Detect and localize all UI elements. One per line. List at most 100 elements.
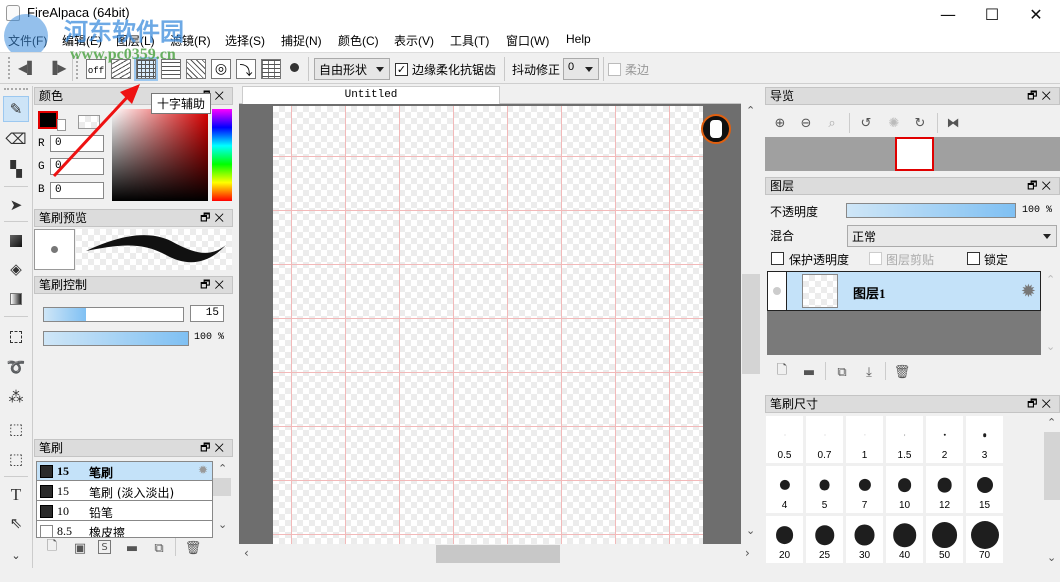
float-icon[interactable]: 🗗 [1027,180,1041,192]
snap-bezier-button[interactable]: ⤵ [236,59,256,79]
shape-select[interactable]: 自由形状 [314,58,390,80]
menu-help[interactable]: Help [566,32,591,46]
brush-item[interactable]: 15 笔刷 ✹ [37,462,212,481]
maximize-button[interactable]: ☐ [970,0,1014,28]
brush-size-option[interactable]: 70 [966,516,1003,563]
lock-checkbox[interactable] [967,252,980,265]
brush-size-option[interactable]: 0.5 [766,416,803,463]
zoom-out-icon[interactable]: ⊖ [798,115,814,131]
new-layer-icon[interactable]: 🗋 [774,363,790,380]
select-eraser-tool[interactable]: ⬚ [3,446,29,472]
new-brush-icon[interactable]: 🗋 [44,539,60,556]
clipping-checkbox[interactable] [869,252,882,265]
document-tab[interactable]: Untitled [242,86,500,104]
operation-tool[interactable]: ⇖ [3,510,29,536]
layer-opacity-slider[interactable] [846,203,1016,218]
gear-icon[interactable]: ✹ [1021,281,1036,302]
close-icon[interactable]: ✕ [1041,398,1055,410]
scroll-down-icon[interactable]: ⌄ [1047,551,1056,564]
navigator-viewport[interactable] [895,137,934,171]
menu-window[interactable]: 窗口(W) [506,32,549,49]
lasso-tool[interactable]: ➰ [3,354,29,380]
menu-color[interactable]: 颜色(C) [338,32,379,49]
brush-size-option[interactable]: 7 [846,466,883,513]
more-tools-button[interactable]: ⌄ [3,542,29,568]
bucket-tool[interactable]: ◈ [3,256,29,282]
brush-size-option[interactable]: 50 [926,516,963,563]
menu-view[interactable]: 表示(V) [394,32,434,49]
brush-size-option[interactable]: 30 [846,516,883,563]
magic-wand-tool[interactable]: ⁂ [3,384,29,410]
next-frame-icon[interactable]: ▐▶ [48,61,66,75]
brush-item[interactable]: 10 铅笔 [37,502,212,521]
select-pen-tool[interactable]: ⬚ [3,416,29,442]
scroll-up-icon[interactable]: ⌃ [218,462,227,475]
brush-size-option[interactable]: 1 [846,416,883,463]
brush-size-option[interactable]: 15 [966,466,1003,513]
brush-size-option[interactable]: 25 [806,516,843,563]
brush-opacity-slider[interactable] [43,331,189,346]
folder-icon[interactable]: ▬ [124,540,140,556]
hue-slider[interactable] [212,109,232,201]
trash-icon[interactable]: 🗑 [185,540,202,556]
duplicate-layer-icon[interactable]: ⧉ [834,364,850,380]
brush-size-slider[interactable] [43,307,184,322]
vertical-scroll-thumb[interactable] [742,274,760,374]
brush-size-option[interactable]: 12 [926,466,963,513]
fill-rect-tool[interactable] [3,228,29,254]
move-tool[interactable]: ➤ [3,192,29,218]
gear-icon[interactable]: ✹ [198,463,208,477]
brush-size-option[interactable]: 10 [886,466,923,513]
horizontal-scrollbar[interactable]: ‹ › [239,545,761,563]
navigator-preview[interactable] [765,137,1060,171]
rotate-right-icon[interactable]: ↻ [912,115,928,131]
close-icon[interactable]: ✕ [1041,180,1055,192]
float-icon[interactable]: 🗗 [200,279,214,291]
text-tool[interactable]: T [3,482,29,508]
prev-frame-icon[interactable]: ◀▌ [18,61,36,75]
scroll-right-icon[interactable]: › [745,546,750,560]
brush-size-scroll-thumb[interactable] [1044,432,1060,500]
dot-tool[interactable]: ▚ [3,156,29,182]
tool-palette-grip[interactable] [4,88,28,90]
merge-down-icon[interactable]: ⤓ [861,364,877,380]
snap-perspective-button[interactable] [261,59,281,79]
brush-item[interactable]: 15 笔刷 (淡入淡出) [37,482,212,501]
duplicate-brush-icon[interactable]: ⧉ [151,540,167,556]
horizontal-scroll-thumb[interactable] [436,545,560,563]
vertical-scrollbar[interactable]: ⌃ ⌄ [741,104,761,544]
select-tool[interactable] [3,324,29,350]
brush-size-input[interactable]: 15 [190,305,224,322]
brush-size-option[interactable]: 2 [926,416,963,463]
protect-alpha-checkbox[interactable] [771,252,784,265]
brush-size-option[interactable]: 4 [766,466,803,513]
close-button[interactable]: ✕ [1014,0,1058,28]
brush-size-option[interactable]: 0.7 [806,416,843,463]
float-icon[interactable]: 🗗 [200,212,214,224]
brush-size-option[interactable]: 5 [806,466,843,513]
minimize-button[interactable]: — [926,0,970,28]
new-folder-icon[interactable]: ▬ [801,364,817,380]
flip-horizontal-icon[interactable]: ⧓ [945,115,961,131]
blend-mode-select[interactable]: 正常 [847,225,1057,247]
close-icon[interactable]: ✕ [214,90,228,102]
scroll-left-icon[interactable]: ‹ [244,546,249,560]
trash-icon[interactable]: 🗑 [894,364,911,380]
scroll-down-icon[interactable]: ⌄ [1046,340,1055,353]
scroll-down-icon[interactable]: ⌄ [218,518,227,531]
snap-circle-button[interactable]: ◎ [211,59,231,79]
rotate-reset-icon[interactable]: ✺ [886,115,902,131]
scroll-up-icon[interactable]: ⌃ [746,104,755,117]
zoom-reset-icon[interactable]: ⌕ [824,115,840,131]
rotate-left-icon[interactable]: ↺ [858,115,874,131]
brush-size-option[interactable]: 40 [886,516,923,563]
pen-tool[interactable]: ✎ [3,96,29,122]
scroll-down-icon[interactable]: ⌄ [746,524,755,537]
close-icon[interactable]: ✕ [214,279,228,291]
scroll-up-icon[interactable]: ⌃ [1047,416,1056,429]
menu-select[interactable]: 选择(S) [225,32,265,49]
float-icon[interactable]: 🗗 [200,442,214,454]
brush-size-option[interactable]: 3 [966,416,1003,463]
antialias-checkbox[interactable]: ✓ [395,63,408,76]
menu-snap[interactable]: 捕捉(N) [281,32,322,49]
